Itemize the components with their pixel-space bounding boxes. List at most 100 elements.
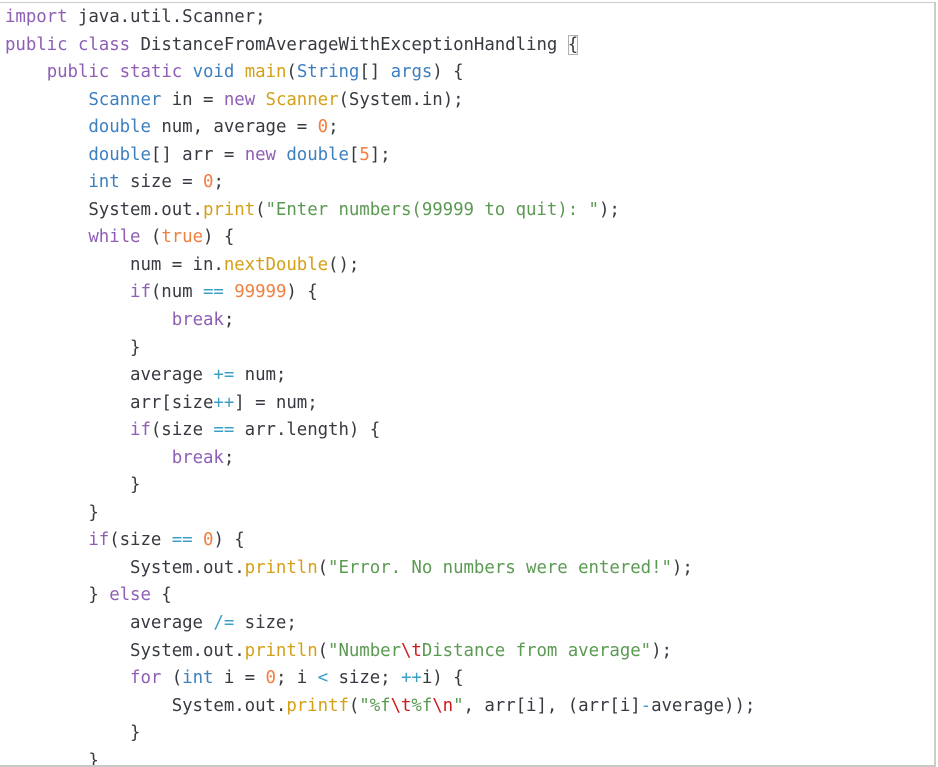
code-line: } [5, 500, 755, 528]
matched-bracket: { [567, 34, 579, 55]
plain-token: ); [671, 557, 693, 578]
type-token: void [192, 62, 235, 83]
plain-token: } [5, 585, 110, 606]
operator-token: == [213, 420, 235, 441]
plain-token: System.out. [5, 695, 287, 716]
literal-token: 0 [265, 668, 276, 689]
plain-token: ( [161, 668, 183, 689]
plain-token: ) { [213, 530, 245, 551]
plain-token: ; i [275, 668, 318, 689]
plain-token: (System.in); [338, 89, 464, 110]
keyword-token: else [109, 585, 151, 606]
plain-token: } [5, 337, 141, 358]
escape-token: \t [390, 695, 412, 716]
keyword-token: public [46, 62, 110, 83]
plain-token: num = in. [5, 254, 224, 275]
plain-token: { [150, 585, 172, 606]
plain-token: size; [234, 613, 297, 634]
string-token: " [453, 695, 464, 716]
plain-token: ) { [432, 62, 464, 83]
string-token: "Number [328, 640, 401, 661]
plain-token: } [5, 723, 141, 744]
plain-token: ; [223, 310, 235, 331]
literal-token: 0 [203, 530, 214, 551]
string-token: Distance from average" [421, 640, 652, 661]
operator-token: == [203, 282, 224, 303]
plain-token: i) { [421, 668, 464, 689]
code-line: public static void main(String[] args) { [5, 59, 755, 87]
literal-token: 99999 [234, 282, 287, 303]
plain-token: , arr[i], (arr[i] [463, 695, 641, 716]
code-line: double[] arr = new double[5]; [5, 142, 755, 170]
type-token: int [182, 668, 214, 689]
code-editor[interactable]: import java.util.Scanner; public class Di… [0, 2, 936, 767]
code-line: import java.util.Scanner; [5, 4, 755, 32]
operator-token: += [213, 365, 235, 386]
plain-token: ( [317, 640, 329, 661]
plain-token: average)); [651, 695, 756, 716]
code-line: System.out.println("Number\tDistance fro… [5, 638, 755, 666]
code-line: average /= size; [5, 610, 755, 638]
plain-token: ; [328, 117, 339, 138]
code-line: for (int i = 0; i < size; ++i) { [5, 665, 755, 693]
plain-token: DistanceFromAverageWithExceptionHandling [130, 34, 568, 55]
keyword-token: public [5, 34, 68, 55]
plain-token: } [5, 502, 99, 523]
type-token: int [88, 172, 120, 193]
plain-token: average [5, 613, 214, 634]
type-token: double [286, 144, 349, 165]
escape-token: \t [401, 640, 422, 661]
literal-token: 5 [359, 144, 370, 165]
keyword-token: import [5, 7, 68, 27]
code-line: arr[size++] = num; [5, 390, 755, 418]
keyword-token: while [88, 227, 141, 248]
string-token: "Error. No numbers were entered!" [328, 557, 672, 578]
function-token: Scanner [265, 89, 339, 110]
type-token: Scanner [88, 89, 162, 110]
string-token: %f [411, 695, 433, 716]
type-token: args [390, 62, 433, 83]
code-line: System.out.print("Enter numbers(99999 to… [5, 197, 755, 225]
keyword-token: new [223, 89, 256, 110]
keyword-token: if [130, 282, 151, 303]
plain-token: ] = num; [234, 392, 318, 413]
plain-token: size = [119, 172, 204, 193]
plain-token: ; [213, 172, 224, 193]
function-token: nextDouble [223, 254, 329, 275]
keyword-token: break [171, 447, 224, 468]
keyword-token: class [77, 34, 131, 55]
code-area[interactable]: import java.util.Scanner; public class Di… [5, 4, 756, 765]
plain-token: System.out. [5, 640, 245, 661]
operator-token: - [640, 695, 652, 716]
code-line: } [5, 748, 755, 765]
plain-token: ( [317, 557, 329, 578]
plain-token: java.util.Scanner; [67, 7, 266, 27]
type-token: double [88, 144, 151, 165]
plain-token: ) { [286, 282, 318, 303]
string-token: "%f [359, 695, 391, 716]
function-token: print [202, 199, 256, 220]
plain-token: (size [150, 420, 214, 441]
type-token: String [296, 62, 360, 83]
code-line: int size = 0; [5, 169, 755, 197]
plain-token: arr[size [5, 392, 214, 413]
plain-token: ) { [203, 227, 235, 248]
plain-token: (num [150, 282, 203, 303]
code-line: } [5, 335, 755, 363]
plain-token: ( [255, 199, 266, 220]
code-line: } else { [5, 582, 755, 610]
plain-token: [] arr = [150, 144, 245, 165]
operator-token: ++ [401, 668, 422, 689]
